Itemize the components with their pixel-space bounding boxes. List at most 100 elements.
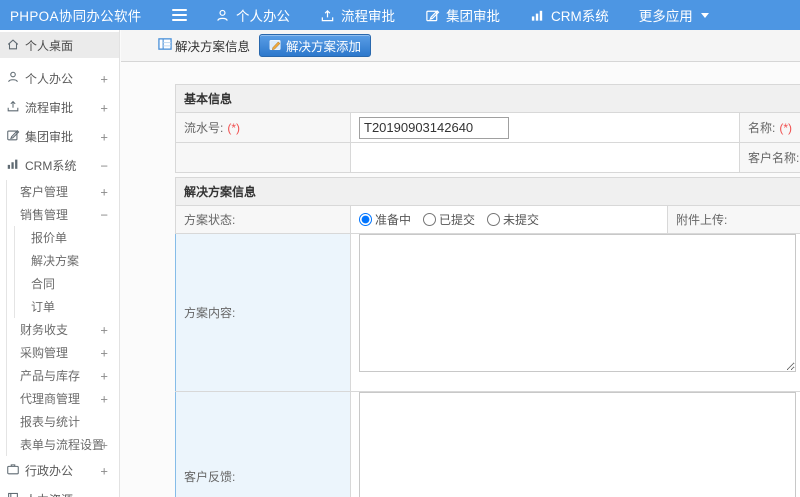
status-field-cell: 准备中 已提交 未提交 xyxy=(350,205,668,234)
sidebar-item-group-approval[interactable]: 集团审批 + xyxy=(0,122,119,151)
sidebar-item-personal-office[interactable]: 个人办公 + xyxy=(0,64,119,93)
sidebar-item-order[interactable]: 订单 xyxy=(15,295,119,318)
expand-toggle[interactable]: + xyxy=(100,71,108,86)
radio-option-preparing[interactable]: 准备中 xyxy=(359,211,411,228)
sidebar-item-label: 报价单 xyxy=(31,231,68,245)
sidebar-item-agent-mgmt[interactable]: 代理商管理 + xyxy=(7,387,119,410)
process-icon xyxy=(6,99,20,116)
expand-toggle[interactable]: + xyxy=(100,100,108,115)
nav-label: CRM系统 xyxy=(551,9,609,24)
sidebar-item-label: 报表与统计 xyxy=(20,415,81,429)
serial-label: 流水号: xyxy=(184,121,224,135)
crm-submenu: 客户管理 + 销售管理 − 报价单 解决方案 合同 订单 财务收支 + 采购管理… xyxy=(6,180,119,456)
basic-info-table: 基本信息 流水号:(*) 名称:(*) 客户名称: (*) xyxy=(175,84,800,173)
sidebar-item-sales-mgmt[interactable]: 销售管理 − xyxy=(7,203,119,226)
collapse-toggle[interactable]: − xyxy=(100,207,108,222)
serial-label-cell: 流水号: (*) xyxy=(175,112,351,143)
edit-icon xyxy=(425,8,440,23)
nav-more-apps[interactable]: 更多应用 xyxy=(639,5,709,25)
chart-icon xyxy=(6,157,20,174)
edit-pencil-icon xyxy=(269,38,282,54)
expand-toggle[interactable]: + xyxy=(100,391,108,406)
sidebar-item-label: 代理商管理 xyxy=(20,392,81,406)
radio-option-unsubmitted[interactable]: 未提交 xyxy=(487,211,539,228)
radio-submitted[interactable] xyxy=(423,213,437,226)
expand-toggle[interactable]: + xyxy=(100,129,108,144)
sidebar-item-reports-stats[interactable]: 报表与统计 xyxy=(7,410,119,433)
required-marker: (*) xyxy=(227,121,241,135)
menu-toggle-icon[interactable] xyxy=(170,5,189,25)
top-navigation: 个人办公 流程审批 集团审批 CRM系统 更多应用 xyxy=(215,5,709,25)
customer-name-label: 客户名称: xyxy=(748,151,800,165)
sidebar-item-finance[interactable]: 财务收支 + xyxy=(7,318,119,341)
name-label-cell: 名称: (*) xyxy=(739,112,800,143)
sidebar-item-customer-mgmt[interactable]: 客户管理 + xyxy=(7,180,119,203)
form-icon xyxy=(158,37,172,54)
expand-toggle[interactable]: + xyxy=(100,368,108,383)
tab-solution-info[interactable]: 解决方案信息 xyxy=(158,36,250,55)
radio-label: 准备中 xyxy=(375,213,412,227)
radio-label: 已提交 xyxy=(439,213,476,227)
sidebar-item-crm-system[interactable]: CRM系统 − xyxy=(0,151,119,180)
nav-process-approval[interactable]: 流程审批 xyxy=(320,5,395,25)
tab-strip: 解决方案信息 解决方案添加 xyxy=(121,30,800,62)
solution-content-textarea[interactable] xyxy=(359,234,796,372)
sidebar-item-human-resources[interactable]: 人力资源 + xyxy=(0,485,119,497)
feedback-label-cell: 客户反馈: xyxy=(175,391,351,497)
radio-option-submitted[interactable]: 已提交 xyxy=(423,211,475,228)
app-title: PHPOA协同办公软件 xyxy=(10,9,142,24)
sidebar-item-label: 人力资源 xyxy=(25,491,73,497)
sidebar-item-label: 流程审批 xyxy=(25,101,74,115)
tab-label: 解决方案信息 xyxy=(175,40,251,54)
section-header-basic-info: 基本信息 xyxy=(175,84,800,113)
expand-toggle[interactable]: + xyxy=(100,463,108,478)
serial-field-cell xyxy=(350,112,740,143)
home-icon xyxy=(6,37,20,54)
sidebar-item-label: 合同 xyxy=(31,277,56,291)
sidebar-item-process-approval[interactable]: 流程审批 + xyxy=(0,93,119,122)
radio-unsubmitted[interactable] xyxy=(487,213,501,226)
sidebar-item-label: 客户管理 xyxy=(20,185,69,199)
feedback-field-cell xyxy=(350,391,800,497)
customer-feedback-textarea[interactable] xyxy=(359,392,796,497)
main-content: 基本信息 流水号:(*) 名称:(*) 客户名称: (*) xyxy=(121,62,800,497)
sidebar-item-label: 个人桌面 xyxy=(25,38,74,53)
expand-toggle[interactable]: + xyxy=(100,322,108,337)
expand-toggle[interactable]: + xyxy=(100,345,108,360)
sidebar-item-quotation[interactable]: 报价单 xyxy=(15,226,119,249)
status-radio-group: 准备中 已提交 未提交 xyxy=(359,211,659,228)
tab-solution-add-button[interactable]: 解决方案添加 xyxy=(259,34,372,57)
nav-group-approval[interactable]: 集团审批 xyxy=(425,5,500,25)
expand-toggle[interactable]: + xyxy=(100,437,108,452)
content-field-cell xyxy=(350,233,800,392)
feedback-label: 客户反馈: xyxy=(184,470,236,484)
status-label-cell: 方案状态: xyxy=(175,205,351,234)
sidebar-item-label: 财务收支 xyxy=(20,323,69,337)
serial-input[interactable] xyxy=(359,116,509,139)
expand-toggle[interactable]: + xyxy=(100,184,108,199)
sidebar-item-products-inventory[interactable]: 产品与库存 + xyxy=(7,364,119,387)
nav-crm-system[interactable]: CRM系统 xyxy=(530,5,609,25)
sidebar-item-label: 销售管理 xyxy=(20,208,69,222)
nav-personal-office[interactable]: 个人办公 xyxy=(215,5,290,25)
sidebar-item-contract[interactable]: 合同 xyxy=(15,272,119,295)
sidebar-item-label: 解决方案 xyxy=(31,254,80,268)
sidebar: 个人桌面 个人办公 + 流程审批 + 集团审批 + CRM系统 − 客户管理 +… xyxy=(0,30,120,497)
sidebar-item-label: 产品与库存 xyxy=(20,369,81,383)
collapse-toggle[interactable]: − xyxy=(100,158,108,173)
radio-preparing[interactable] xyxy=(359,213,372,226)
caret-down-icon xyxy=(700,12,709,18)
sidebar-item-admin-office[interactable]: 行政办公 + xyxy=(0,456,119,485)
sidebar-item-label: 集团审批 xyxy=(25,130,74,144)
attachment-label: 附件上传: xyxy=(676,213,728,227)
expand-toggle[interactable]: + xyxy=(100,492,108,497)
empty-label-cell xyxy=(175,142,351,173)
user-icon xyxy=(215,8,230,23)
sidebar-item-purchase-mgmt[interactable]: 采购管理 + xyxy=(7,341,119,364)
content-label: 方案内容: xyxy=(184,306,236,320)
sidebar-item-solution[interactable]: 解决方案 xyxy=(15,249,119,272)
sidebar-item-desktop[interactable]: 个人桌面 xyxy=(0,32,119,58)
status-label: 方案状态: xyxy=(184,213,236,227)
sidebar-item-form-process-settings[interactable]: 表单与流程设置 + xyxy=(7,433,119,456)
process-icon xyxy=(320,8,335,23)
